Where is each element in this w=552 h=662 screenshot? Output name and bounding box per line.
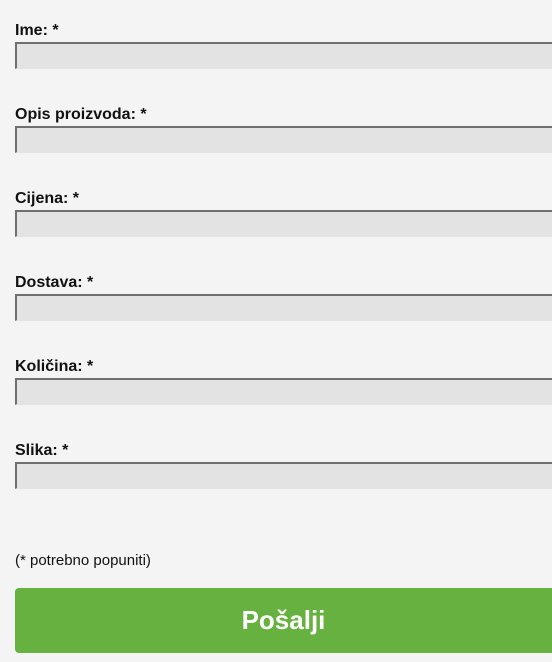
image-input[interactable]	[15, 462, 552, 489]
name-input[interactable]	[15, 42, 552, 69]
price-input[interactable]	[15, 210, 552, 237]
quantity-field-group: Količina: *	[15, 358, 552, 405]
description-label: Opis proizvoda: *	[15, 106, 147, 123]
description-field-group: Opis proizvoda: *	[15, 106, 552, 153]
price-field-group: Cijena: *	[15, 190, 552, 237]
price-label: Cijena: *	[15, 190, 80, 207]
delivery-field-group: Dostava: *	[15, 274, 552, 321]
delivery-input[interactable]	[15, 294, 552, 321]
delivery-label: Dostava: *	[15, 274, 94, 291]
product-form: Ime: * Opis proizvoda: * Cijena: * Dosta…	[0, 0, 552, 662]
name-label: Ime: *	[15, 22, 59, 39]
image-label: Slika: *	[15, 442, 69, 459]
required-note: (* potrebno popuniti)	[15, 552, 151, 569]
image-field-group: Slika: *	[15, 442, 552, 489]
description-input[interactable]	[15, 126, 552, 153]
submit-button[interactable]: Pošalji	[15, 588, 552, 653]
name-field-group: Ime: *	[15, 22, 552, 69]
quantity-input[interactable]	[15, 378, 552, 405]
quantity-label: Količina: *	[15, 358, 94, 375]
